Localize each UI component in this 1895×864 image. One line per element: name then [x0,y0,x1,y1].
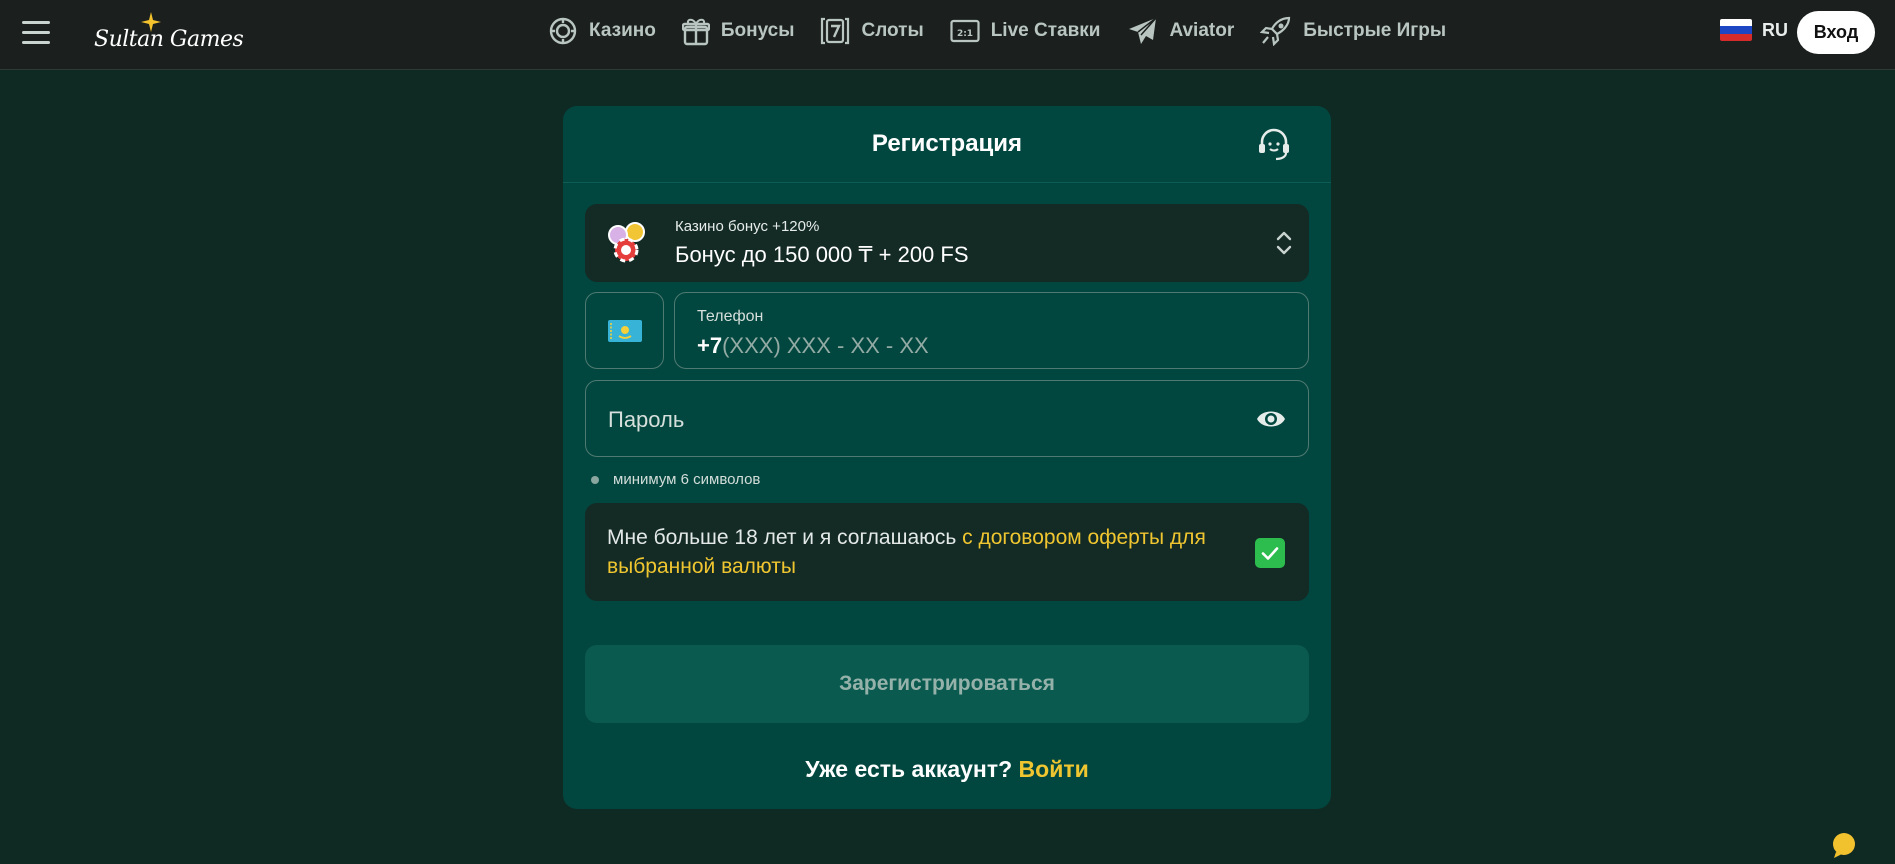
russia-flag-icon [1720,19,1752,41]
page-title: Регистрация [871,130,1023,157]
consent-statement: Мне больше 18 лет и я соглашаюсь [607,526,963,549]
chevron-up-down-icon [1276,231,1292,255]
nav-item-casino[interactable]: Казино [548,16,656,46]
menu-icon[interactable] [22,21,50,45]
hint-bullet-icon [591,475,599,484]
login-prompt: Уже есть аккаунт? Войти [563,756,1331,783]
svg-text:2:1: 2:1 [957,29,973,39]
nav-label: Слоты [861,20,924,41]
live-score-icon: 2:1 [950,19,980,43]
password-hint: минимум 6 символов [591,471,760,488]
login-button[interactable]: Вход [1797,11,1875,54]
bonus-title: Бонус до 150 000 ₸ + 200 FS [675,242,969,267]
age-consent: Мне больше 18 лет и я соглашаюсь с догов… [585,503,1309,601]
support-headset-icon[interactable] [1256,126,1292,162]
nav-label: Live Ставки [990,20,1101,41]
consent-checkbox[interactable] [1255,538,1285,568]
bonus-subtitle: Казино бонус +120% [675,218,820,235]
modal-header: Регистрация [563,106,1331,183]
consent-text: Мне больше 18 лет и я соглашаюсь с догов… [607,523,1247,581]
phone-field[interactable]: Телефон +7 (XXX) XXX - XX - XX [674,292,1309,369]
nav-item-slots[interactable]: Слоты [820,16,924,46]
password-field[interactable]: Пароль [585,380,1309,457]
nav-label: Бонусы [720,20,795,41]
gift-icon [681,18,710,46]
kazakhstan-flag-icon [608,320,642,342]
password-hint-text: минимум 6 символов [613,471,761,488]
logo-text: Sultan Games [94,27,244,52]
phone-placeholder: (XXX) XXX - XX - XX [722,333,929,358]
nav-item-bonuses[interactable]: Бонусы [681,16,795,46]
eye-icon[interactable] [1255,406,1287,432]
nav-item-aviator[interactable]: Aviator [1126,16,1234,46]
phone-label: Телефон [697,308,764,325]
language-selector[interactable]: RU [1720,19,1788,41]
registration-modal: Регистрация Казино бонус +120% Бонус до … [563,106,1331,809]
chat-icon[interactable] [1830,830,1860,860]
nav-label: Казино [589,20,656,41]
checkmark-icon [1261,547,1279,560]
phone-input[interactable]: +7 (XXX) XXX - XX - XX [697,333,929,359]
plane-icon [1129,17,1158,44]
bonus-selector[interactable]: Казино бонус +120% Бонус до 150 000 ₸ + … [585,204,1309,282]
nav-label: Aviator [1169,20,1235,41]
site-logo[interactable]: Sultan Games [92,12,244,58]
casino-chip-icon [549,17,577,45]
phone-prefix: +7 [697,333,723,358]
top-navigation-bar: Sultan Games Казино Бонусы Слоты 2:1 Liv… [0,0,1895,70]
language-code: RU [1762,19,1788,40]
rocket-icon [1260,16,1291,46]
nav-item-fast-games[interactable]: Быстрые Игры [1260,16,1446,46]
main-nav: Казино Бонусы Слоты 2:1 Live Ставки Avia… [548,0,1472,62]
slot-seven-icon [821,17,850,45]
nav-item-live-bets[interactable]: 2:1 Live Ставки [950,18,1101,44]
nav-label: Быстрые Игры [1303,20,1447,41]
login-link[interactable]: Войти [1019,756,1089,782]
password-placeholder: Пароль [608,407,685,432]
register-button[interactable]: Зарегистрироваться [585,645,1309,723]
casino-chips-icon [608,222,645,263]
country-code-selector[interactable] [585,292,664,369]
login-prompt-question: Уже есть аккаунт? [805,756,1013,782]
